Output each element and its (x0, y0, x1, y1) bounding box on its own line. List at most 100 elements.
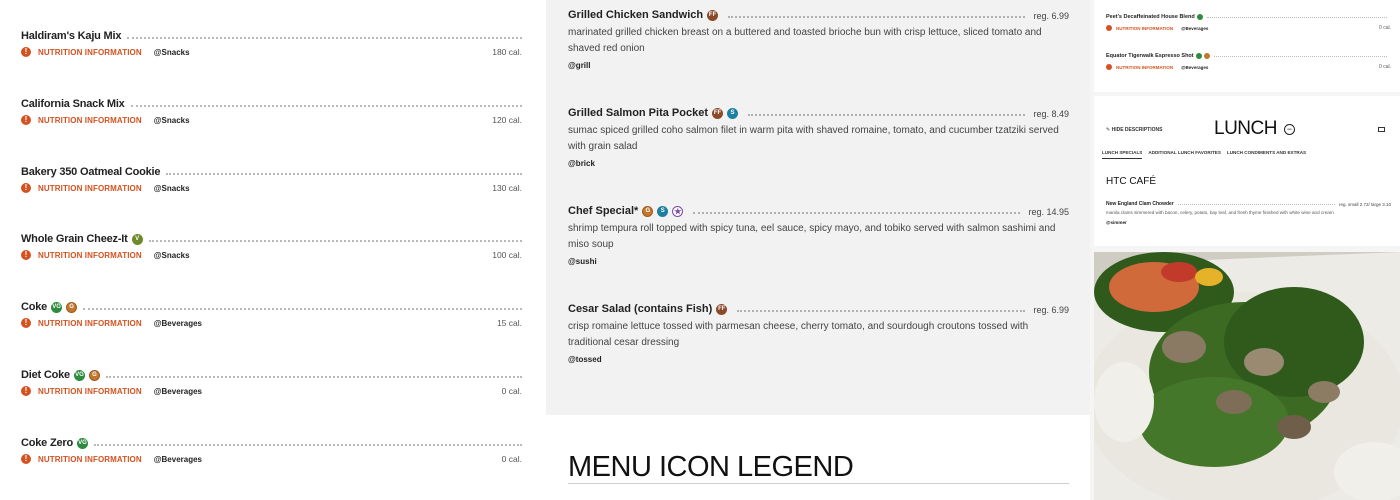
leader-dots (728, 16, 1026, 18)
nutrition-information-link[interactable]: NUTRITION INFORMATION (38, 387, 142, 396)
menu-item-name: Whole Grain Cheez-It (21, 233, 128, 245)
price: reg. small 2.72/ large 3.10 (1338, 201, 1391, 207)
nutrition-information-link[interactable]: NUTRITION INFORMATION (1116, 26, 1173, 31)
category-label: @Snacks (153, 183, 190, 193)
leader-dots (1177, 203, 1335, 205)
gluten-free-icon: G (66, 302, 78, 313)
info-icon[interactable]: ! (21, 47, 31, 57)
info-icon[interactable]: ! (21, 318, 31, 328)
menu-item[interactable]: Whole Grain Cheez-It V ! NUTRITION INFORMA… (21, 229, 522, 269)
nutrition-information-link[interactable]: NUTRITION INFORMATION (38, 184, 142, 193)
beverages-panel: Peet's Decaffeinated House Blend NUTRITI… (1094, 0, 1400, 92)
nutrition-information-link[interactable]: NUTRITION INFORMATION (1116, 65, 1173, 70)
item-description: shrimp tempura roll topped with spicy tu… (568, 223, 1056, 250)
menu-item[interactable]: Equator Tigerwalk Espresso Shot NUTRITIO… (1106, 51, 1391, 72)
calories: 15 cal. (496, 318, 522, 328)
vegan-icon: VG (51, 302, 63, 313)
station-label: @grill (568, 61, 591, 70)
category-label: @Snacks (153, 47, 190, 57)
farm-fresh-icon: FF (707, 10, 719, 21)
menu-item[interactable]: Peet's Decaffeinated House Blend NUTRITI… (1106, 12, 1391, 33)
category-label: @Snacks (153, 115, 190, 125)
menu-item-name: Haldiram's Kaju Mix (21, 30, 122, 42)
leader-dots (105, 376, 522, 378)
menu-item-name: Bakery 350 Oatmeal Cookie (21, 166, 161, 178)
minus-circle-icon[interactable]: − (1284, 124, 1295, 135)
info-icon[interactable]: ! (21, 454, 31, 464)
leader-dots (127, 37, 522, 39)
calories: 0 cal. (1379, 25, 1391, 31)
lunch-title: LUNCH (1214, 118, 1277, 139)
nutrition-information-link[interactable]: NUTRITION INFORMATION (38, 48, 142, 57)
leader-dots (83, 308, 522, 310)
leader-dots (148, 240, 522, 242)
info-icon[interactable]: ! (21, 115, 31, 125)
nutrition-information-link[interactable]: NUTRITION INFORMATION (38, 319, 142, 328)
featured-item-name: Grilled Salmon Pita Pocket (568, 107, 708, 119)
menu-item[interactable]: New England Clam Chowder reg. small 2.72/… (1106, 200, 1391, 225)
info-icon[interactable] (1106, 25, 1112, 31)
menu-item[interactable]: Coke Zero VG ! NUTRITION INFORMATION @Bever… (21, 433, 522, 473)
price: reg. 14.95 (1028, 207, 1069, 217)
featured-item-name: Cesar Salad (contains Fish) (568, 303, 713, 315)
price: reg. 8.49 (1033, 109, 1069, 119)
vegan-icon (1196, 14, 1203, 20)
calories: 0 cal. (501, 386, 522, 396)
tab-additional-lunch-favorites[interactable]: ADDITIONAL LUNCH FAVORITES (1148, 150, 1221, 159)
seafood-watch-icon: S (657, 206, 669, 217)
category-label: @Snacks (153, 250, 190, 260)
menu-item-name: New England Clam Chowder (1106, 201, 1174, 207)
tab-lunch-condiments-and-extras[interactable]: LUNCH CONDIMENTS AND EXTRAS (1227, 150, 1306, 159)
calories: 0 cal. (1379, 64, 1391, 70)
info-icon[interactable]: ! (21, 183, 31, 193)
featured-item[interactable]: Grilled Chicken Sandwich FF reg. 6.99 mari… (568, 5, 1069, 70)
menu-item[interactable]: Haldiram's Kaju Mix ! NUTRITION INFORMATI… (21, 26, 522, 66)
station-label: @tossed (568, 355, 602, 364)
leader-dots (737, 310, 1026, 312)
featured-item[interactable]: Chef Special* G S ★ reg. 14.95 shrimp tempur… (568, 201, 1069, 266)
info-icon[interactable] (1106, 64, 1112, 70)
seafood-watch-icon: S (727, 108, 738, 119)
menu-item[interactable]: Coke VG G ! NUTRITION INFORMATION @Beverages… (21, 297, 522, 337)
farm-fresh-icon: FF (716, 304, 728, 315)
station-label: @sushi (568, 257, 597, 266)
leader-dots (94, 444, 522, 446)
menu-item-name: Equator Tigerwalk Espresso Shot (1106, 53, 1194, 59)
tab-lunch-specials[interactable]: LUNCH SPECIALS (1102, 150, 1143, 159)
price: reg. 6.99 (1033, 11, 1069, 21)
hide-descriptions-button[interactable]: ✎ HIDE DESCRIPTIONS (1106, 127, 1162, 133)
menu-item[interactable]: California Snack Mix ! NUTRITION INFORMAT… (21, 94, 522, 134)
gluten-free-icon (1203, 53, 1210, 59)
featured-item-name: Chef Special* (568, 205, 639, 217)
featured-item[interactable]: Cesar Salad (contains Fish) FF reg. 6.99 c… (568, 299, 1069, 364)
menu-item-name: Coke (21, 301, 48, 313)
calories: 100 cal. (492, 250, 522, 260)
nutrition-information-link[interactable]: NUTRITION INFORMATION (38, 455, 142, 464)
category-label: @Beverages (1181, 25, 1209, 31)
hide-descriptions-label: HIDE DESCRIPTIONS (1111, 127, 1163, 133)
legend-title: MENU ICON LEGEND (568, 451, 854, 483)
featured-item[interactable]: Grilled Salmon Pita Pocket FF Sreg. 8.49 s… (568, 103, 1069, 168)
left-menu-column: Haldiram's Kaju Mix ! NUTRITION INFORMATI… (0, 0, 546, 500)
menu-item[interactable]: Diet Coke VG G ! NUTRITION INFORMATION @Beve… (21, 365, 522, 405)
leader-dots (1206, 16, 1387, 18)
menu-item[interactable]: Bakery 350 Oatmeal Cookie ! NUTRITION INF… (21, 162, 522, 202)
nutrition-information-link[interactable]: NUTRITION INFORMATION (38, 116, 142, 125)
leader-dots (130, 105, 522, 107)
lunch-tabs: LUNCH SPECIALS ADDITIONAL LUNCH FAVORITE… (1102, 150, 1306, 159)
vegan-icon (1195, 53, 1202, 59)
info-icon[interactable]: ! (21, 386, 31, 396)
vegan-icon: VG (77, 438, 88, 449)
info-icon[interactable]: ! (21, 250, 31, 260)
leader-dots (748, 114, 1026, 116)
menu-item-name: Coke Zero (21, 437, 73, 449)
menu-item-name: Diet Coke (21, 369, 70, 381)
email-icon[interactable] (1378, 127, 1385, 132)
menu-item-name: California Snack Mix (21, 98, 125, 110)
category-label: @Beverages (153, 386, 202, 396)
item-description: manila clams simmered with bacon, celery… (1106, 210, 1334, 215)
nutrition-information-link[interactable]: NUTRITION INFORMATION (38, 251, 142, 260)
vegan-icon: VG (73, 370, 85, 381)
item-description: marinated grilled chicken breast on a bu… (568, 27, 1042, 54)
menu-item-name: Peet's Decaffeinated House Blend (1106, 14, 1195, 20)
